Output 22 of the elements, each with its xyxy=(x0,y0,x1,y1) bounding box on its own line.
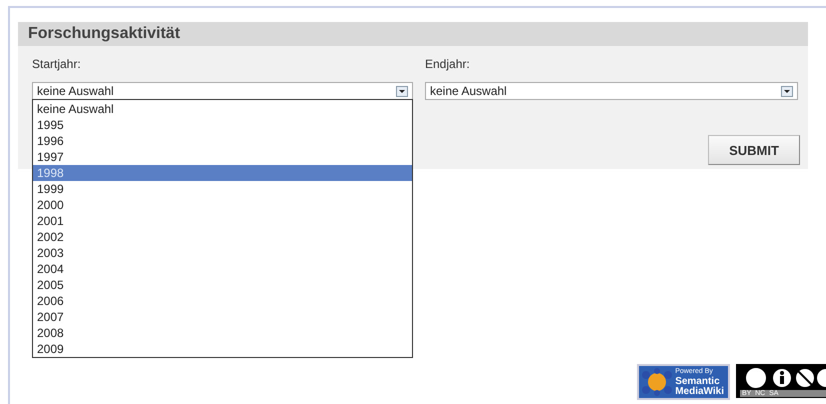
dropdown-option[interactable]: 1997 xyxy=(33,149,412,165)
dropdown-option[interactable]: 1995 xyxy=(33,117,412,133)
dropdown-option[interactable]: 2008 xyxy=(33,325,412,341)
dropdown-option[interactable]: 2006 xyxy=(33,293,412,309)
panel-title: Forschungsaktivität xyxy=(18,22,808,46)
dropdown-option[interactable]: 2000 xyxy=(33,197,412,213)
end-year-select[interactable]: keine Auswahl xyxy=(425,82,798,100)
dropdown-option[interactable]: 2009 xyxy=(33,341,412,357)
dropdown-option[interactable]: 1996 xyxy=(33,133,412,149)
field-label: Startjahr: xyxy=(32,56,82,72)
dropdown-option[interactable]: 2004 xyxy=(33,261,412,277)
dropdown-option[interactable]: 2005 xyxy=(33,277,412,293)
dropdown-option[interactable]: 1999 xyxy=(33,181,412,197)
submit-button[interactable]: SUBMIT xyxy=(708,135,800,165)
dropdown-option[interactable]: keine Auswahl xyxy=(33,101,412,117)
molecule-icon xyxy=(641,367,674,397)
dropdown-option[interactable]: 2003 xyxy=(33,245,412,261)
start-year-select[interactable]: keine Auswahl xyxy=(32,82,413,100)
dropdown-option[interactable]: 2007 xyxy=(33,309,412,325)
dropdown-option[interactable]: 2002 xyxy=(33,229,412,245)
field-label: Endjahr: xyxy=(425,56,471,72)
dropdown-option[interactable]: 2001 xyxy=(33,213,412,229)
